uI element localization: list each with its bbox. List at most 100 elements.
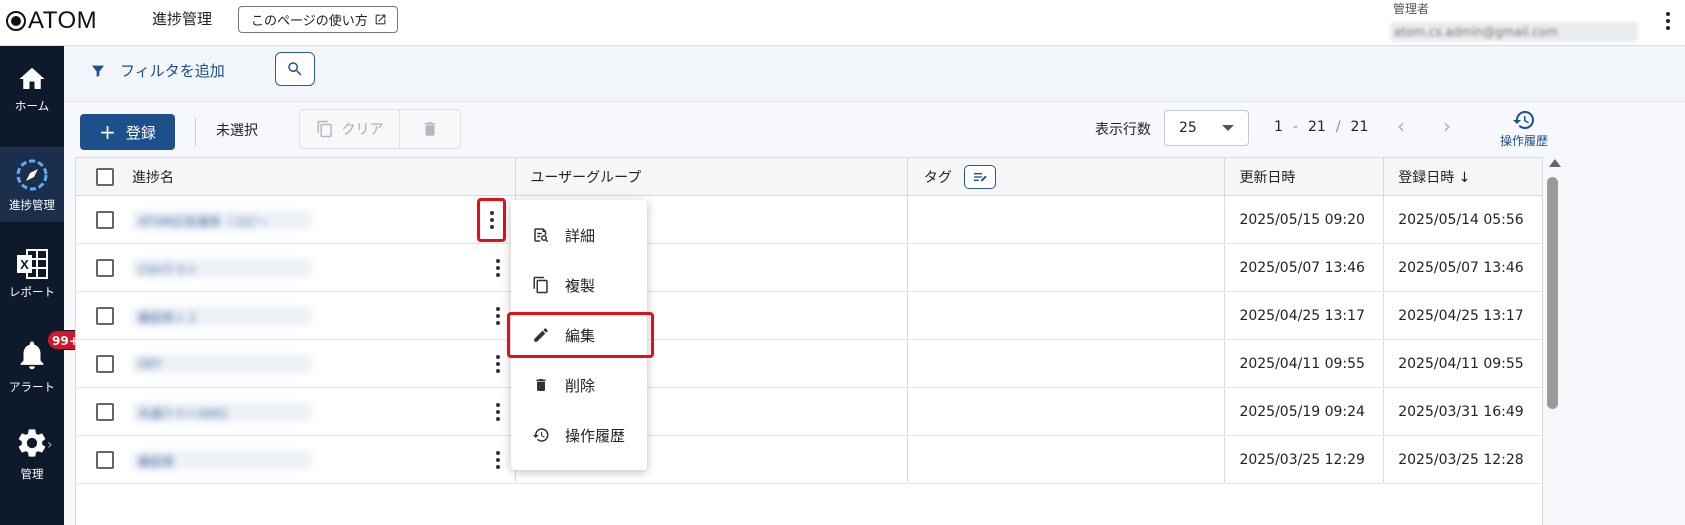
- atom-logo[interactable]: ATOM: [6, 7, 97, 35]
- column-label: 更新日時: [1239, 169, 1296, 186]
- range-slash: /: [1335, 119, 1341, 135]
- history-button[interactable]: 操作履歴: [1494, 108, 1554, 149]
- menu-item-label: 詳細: [565, 226, 596, 245]
- scroll-up-arrow-icon[interactable]: [1549, 159, 1561, 167]
- user-email: atom.cs.admin@gmail.com: [1390, 22, 1638, 42]
- row-checkbox[interactable]: [96, 306, 114, 325]
- excel-report-icon: X: [17, 249, 48, 279]
- row-menu-icon[interactable]: [477, 198, 506, 242]
- menu-item-duplicate[interactable]: 複製: [511, 265, 647, 305]
- created-date: 2025/04/11 09:55: [1398, 355, 1524, 372]
- column-label: 進捗名: [132, 169, 174, 186]
- help-button-label: このページの使い方: [251, 14, 368, 29]
- toolbar: + 登録 未選択 クリア 表示行数 25 1 - 21 / 21 ‹ › 操作履…: [64, 102, 1685, 158]
- created-date: 2025/03/25 12:28: [1398, 451, 1524, 468]
- created-cell: 2025/05/14 05:56: [1384, 196, 1542, 243]
- updated-date: 2025/04/25 13:17: [1239, 307, 1365, 324]
- progress-name[interactable]: 確認用１２: [132, 305, 312, 326]
- progress-table: 進捗名 ユーザーグループ タグ 更新日時 登録日時 ↓ ATOM広告運用（コピー…: [75, 157, 1543, 525]
- copy-icon: [317, 120, 332, 138]
- select-all-checkbox[interactable]: [96, 167, 114, 186]
- more-options-icon[interactable]: [1663, 10, 1673, 32]
- column-label: タグ: [923, 169, 952, 186]
- tag-cell: [908, 388, 1226, 435]
- history-icon: [1513, 111, 1534, 130]
- created-date: 2025/03/31 16:49: [1398, 403, 1524, 420]
- menu-item-label: 操作履歴: [565, 426, 626, 445]
- created-date: 2025/05/07 13:46: [1398, 259, 1524, 276]
- vertical-scrollbar[interactable]: [1547, 177, 1558, 409]
- sidebar-item-progress[interactable]: 進捗管理: [0, 147, 64, 222]
- menu-item-detail[interactable]: 詳細: [511, 215, 647, 255]
- trash-icon: [531, 376, 551, 394]
- name-cell: CSVテスト: [76, 244, 517, 291]
- table-row[interactable]: CSVテスト 2025/05/07 13:46 2025/05/07 13:46: [76, 244, 1542, 292]
- toolbar-divider: [195, 117, 196, 147]
- bulk-delete-button[interactable]: [400, 110, 460, 148]
- plus-icon: +: [99, 120, 116, 144]
- created-date: 2025/04/25 13:17: [1398, 307, 1524, 324]
- sidebar-item-label: ホーム: [14, 99, 50, 113]
- register-button[interactable]: + 登録: [80, 114, 175, 150]
- search-button[interactable]: [275, 52, 315, 86]
- menu-item-delete[interactable]: 削除: [511, 365, 647, 405]
- column-header-usergroup: ユーザーグループ: [516, 158, 908, 195]
- created-date: 2025/05/14 05:56: [1398, 211, 1524, 228]
- copy-icon: [531, 276, 551, 294]
- menu-item-label: 削除: [565, 376, 596, 395]
- progress-name[interactable]: 共通テスト0001: [132, 401, 312, 422]
- progress-name[interactable]: CSVテスト: [132, 257, 312, 278]
- row-checkbox[interactable]: [96, 450, 114, 469]
- pencil-icon: [531, 326, 551, 344]
- created-cell: 2025/04/11 09:55: [1384, 340, 1542, 387]
- progress-name[interactable]: ATOM広告運用（コピー: [132, 209, 312, 230]
- row-checkbox[interactable]: [96, 354, 114, 373]
- row-menu-icon[interactable]: [486, 399, 510, 425]
- sidebar-item-label: 管理: [20, 467, 44, 481]
- updated-date: 2025/05/19 09:24: [1239, 403, 1365, 420]
- column-header-name: 進捗名: [76, 158, 517, 195]
- row-checkbox[interactable]: [96, 402, 114, 421]
- sidebar-item-home[interactable]: ホーム: [0, 64, 64, 114]
- help-button[interactable]: このページの使い方: [238, 6, 398, 33]
- column-header-updated[interactable]: 更新日時: [1225, 158, 1385, 195]
- sidebar-item-alert[interactable]: 99+ アラート: [0, 330, 84, 395]
- table-row[interactable]: 確認用１２ 2025/04/25 13:17 2025/04/25 13:17: [76, 292, 1542, 340]
- clear-button[interactable]: クリア: [300, 110, 400, 148]
- progress-name[interactable]: GKY: [132, 353, 312, 374]
- updated-cell: 2025/04/11 09:55: [1225, 340, 1385, 387]
- home-icon: [19, 67, 45, 89]
- sidebar-item-label: 進捗管理: [9, 198, 55, 212]
- created-cell: 2025/03/31 16:49: [1384, 388, 1542, 435]
- sidebar-item-report[interactable]: X レポート: [0, 248, 64, 300]
- prev-page-icon[interactable]: ‹: [1391, 116, 1411, 138]
- rows-per-page-select[interactable]: 25: [1164, 110, 1249, 146]
- name-cell: GKY: [76, 340, 517, 387]
- table-row[interactable]: ATOM広告運用（コピー 2025/05/15 09:20 2025/05/14…: [76, 196, 1542, 244]
- progress-name[interactable]: 確認用: [132, 449, 312, 470]
- name-cell: ATOM広告運用（コピー: [76, 196, 517, 243]
- updated-cell: 2025/03/25 12:29: [1225, 436, 1385, 483]
- selection-status: 未選択: [216, 123, 258, 139]
- sidebar-item-admin[interactable]: › 管理: [0, 426, 64, 482]
- created-cell: 2025/05/07 13:46: [1384, 244, 1542, 291]
- table-row[interactable]: 共通テスト0001 2025/05/19 09:24 2025/03/31 16…: [76, 388, 1542, 436]
- column-header-created[interactable]: 登録日時 ↓: [1384, 158, 1542, 195]
- user-role: 管理者: [1393, 2, 1430, 16]
- row-checkbox[interactable]: [96, 210, 114, 229]
- table-row[interactable]: 確認用 2025/03/25 12:29 2025/03/25 12:28: [76, 436, 1542, 484]
- row-menu-icon[interactable]: [486, 255, 510, 281]
- gear-icon: [18, 429, 46, 457]
- menu-item-edit[interactable]: 編集: [507, 312, 654, 358]
- row-menu-icon[interactable]: [486, 447, 510, 473]
- tag-edit-button[interactable]: [963, 164, 996, 189]
- table-row[interactable]: GKY 2025/04/11 09:55 2025/04/11 09:55: [76, 340, 1542, 388]
- add-filter-button[interactable]: フィルタを追加: [90, 60, 225, 81]
- next-page-icon[interactable]: ›: [1437, 116, 1457, 138]
- row-checkbox[interactable]: [96, 258, 114, 277]
- chevron-right-icon: ›: [47, 437, 53, 453]
- bulk-action-group: クリア: [299, 109, 461, 149]
- menu-item-history[interactable]: 操作履歴: [511, 415, 647, 455]
- updated-cell: 2025/05/07 13:46: [1225, 244, 1385, 291]
- menu-item-label: 編集: [565, 326, 596, 345]
